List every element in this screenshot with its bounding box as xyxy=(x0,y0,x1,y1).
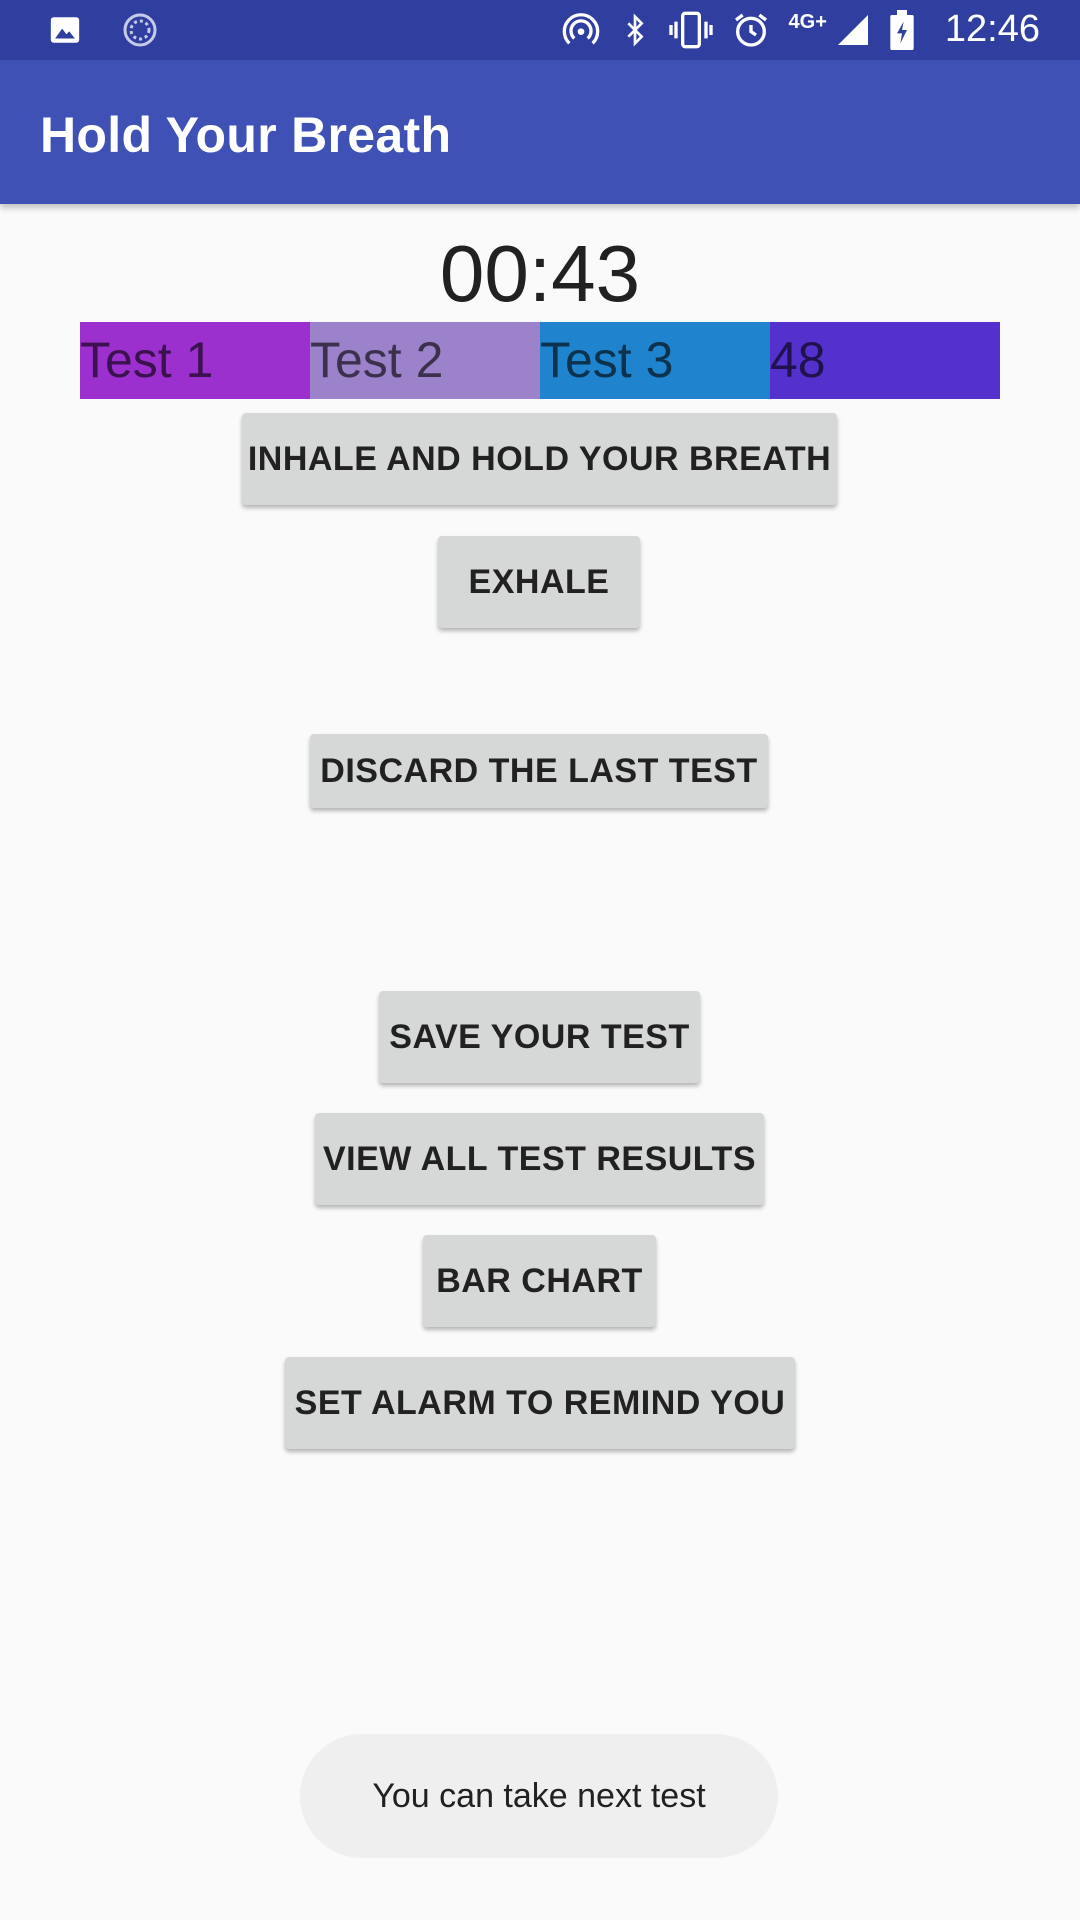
discard-last-test-button[interactable]: DISCARD THE LAST TEST xyxy=(310,734,768,808)
vibrate-icon xyxy=(668,10,713,50)
image-icon xyxy=(48,13,82,47)
save-test-button[interactable]: SAVE YOUR TEST xyxy=(379,991,700,1083)
signal-icon xyxy=(835,12,871,48)
result-cell-test-2: Test 2 xyxy=(310,322,540,399)
battery-icon xyxy=(889,9,915,50)
result-cell-test-3: Test 3 xyxy=(540,322,770,399)
status-bar: 4G+ 12:46 xyxy=(0,0,1080,60)
app-bar: Hold Your Breath xyxy=(0,60,1080,204)
status-bar-left xyxy=(48,12,158,48)
bar-chart-button[interactable]: BAR CHART xyxy=(423,1235,656,1327)
hotspot-icon xyxy=(561,10,601,50)
network-type: 4G+ xyxy=(788,11,827,33)
status-bar-right: 4G+ 12:46 xyxy=(561,8,1040,51)
exhale-button[interactable]: EXHALE xyxy=(438,536,640,628)
toast-message: You can take next test xyxy=(300,1734,778,1858)
alarm-icon xyxy=(731,10,771,50)
view-all-results-button[interactable]: VIEW ALL TEST RESULTS xyxy=(315,1113,764,1205)
sync-icon xyxy=(122,12,158,48)
result-cell-test-1: Test 1 xyxy=(80,322,310,399)
inhale-hold-button[interactable]: INHALE AND HOLD YOUR BREATH xyxy=(242,413,837,505)
bluetooth-icon xyxy=(619,10,651,50)
status-time: 12:46 xyxy=(944,8,1040,50)
app-title: Hold Your Breath xyxy=(40,107,452,163)
timer-display: 00:43 xyxy=(439,229,641,318)
test-results-row: Test 1 Test 2 Test 3 48 xyxy=(80,322,1000,399)
result-cell-test-4: 48 xyxy=(770,322,1000,399)
set-alarm-button[interactable]: SET ALARM TO REMIND YOU xyxy=(285,1357,795,1449)
